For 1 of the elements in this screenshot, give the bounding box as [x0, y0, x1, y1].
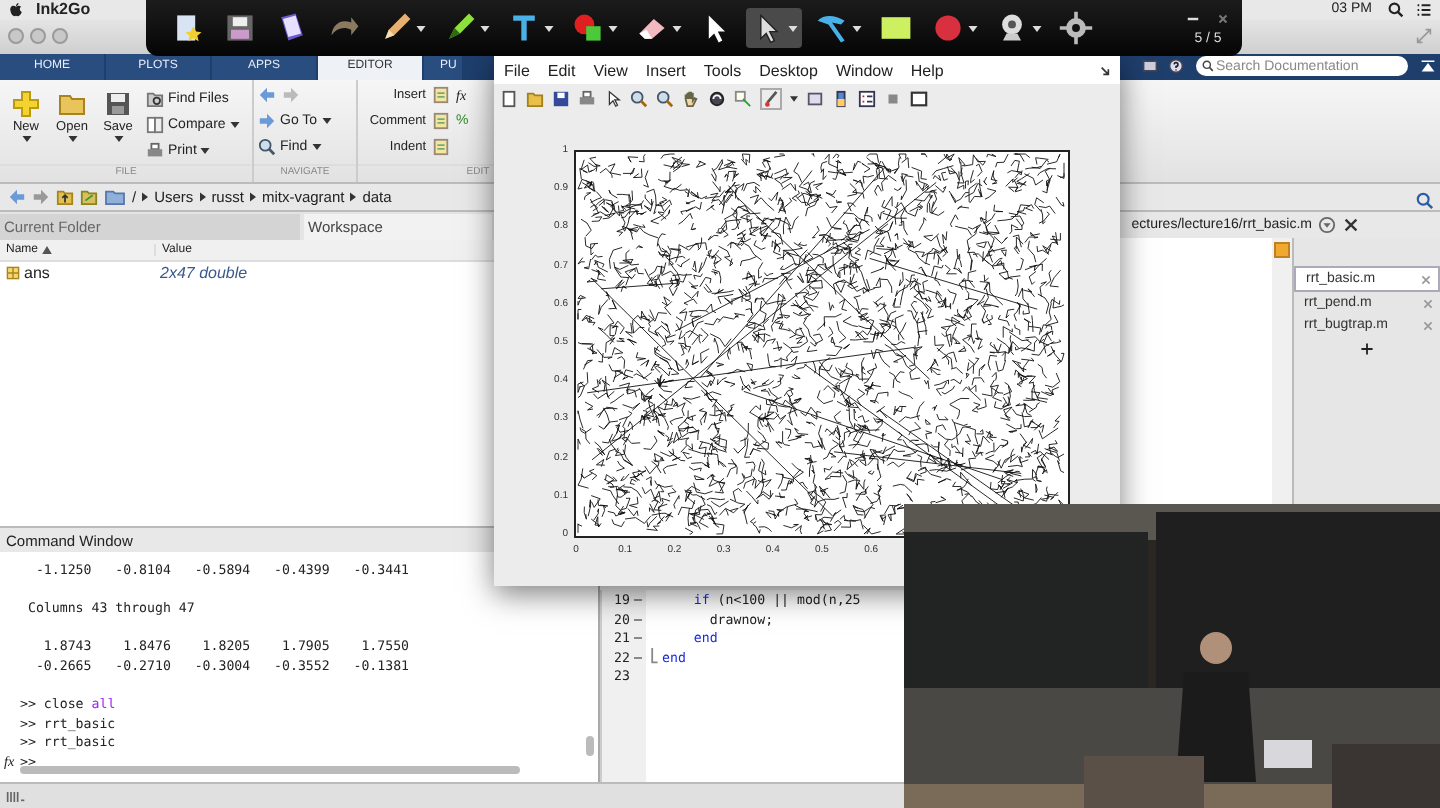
variable-value: 2x47 double — [158, 263, 250, 282]
